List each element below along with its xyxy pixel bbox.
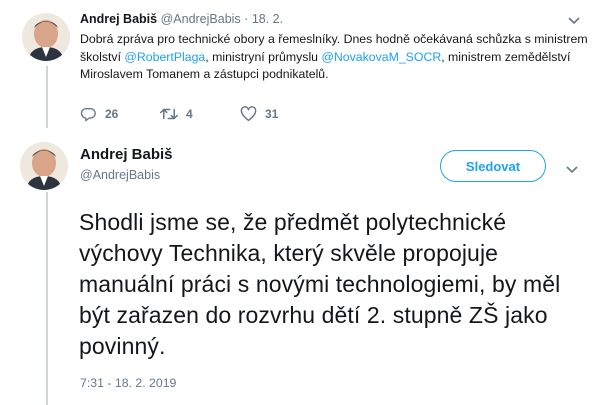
retweet-icon[interactable] bbox=[160, 106, 178, 122]
chevron-down-icon-2[interactable] bbox=[566, 161, 578, 179]
author-name-large[interactable]: Andrej Babiš bbox=[80, 146, 173, 163]
thread-line-lower bbox=[46, 192, 48, 405]
author-handle[interactable]: @AndrejBabis bbox=[161, 12, 241, 26]
reply-action[interactable]: 26 bbox=[80, 106, 118, 122]
thread-line bbox=[46, 66, 48, 128]
tweet1-text: Dobrá zpráva pro technické obory a řemes… bbox=[80, 31, 590, 84]
reply-count: 26 bbox=[105, 107, 119, 121]
tweet1-header: Andrej Babiš @AndrejBabis · 18. 2. bbox=[80, 12, 283, 26]
tweet2-text: Shodli jsme se, že předmět polytechnické… bbox=[79, 209, 561, 359]
author-handle-large[interactable]: @AndrejBabis bbox=[80, 168, 160, 182]
avatar-large-image bbox=[20, 142, 68, 190]
avatar-large[interactable] bbox=[20, 142, 68, 190]
retweet-action[interactable]: 4 bbox=[160, 106, 193, 122]
like-icon[interactable] bbox=[240, 106, 257, 122]
chevron-down-icon[interactable] bbox=[568, 12, 580, 30]
author-name[interactable]: Andrej Babiš bbox=[80, 12, 157, 26]
mention-robertplaga[interactable]: @RobertPlaga bbox=[124, 50, 205, 64]
retweet-count: 4 bbox=[186, 107, 193, 121]
like-count: 31 bbox=[265, 107, 279, 121]
follow-button[interactable]: Sledovat bbox=[440, 150, 546, 182]
like-action[interactable]: 31 bbox=[240, 106, 278, 122]
tweet1-text-part2: , ministryní průmyslu bbox=[205, 49, 322, 64]
avatar[interactable] bbox=[22, 13, 70, 61]
tweet-date[interactable]: 18. 2. bbox=[252, 12, 283, 26]
separator: · bbox=[244, 12, 249, 26]
avatar-image bbox=[22, 13, 70, 61]
reply-icon[interactable] bbox=[80, 106, 97, 122]
mention-novakovam[interactable]: @NovakovaM_SOCR bbox=[321, 50, 441, 64]
tweet-timestamp[interactable]: 7:31 - 18. 2. 2019 bbox=[80, 376, 176, 390]
